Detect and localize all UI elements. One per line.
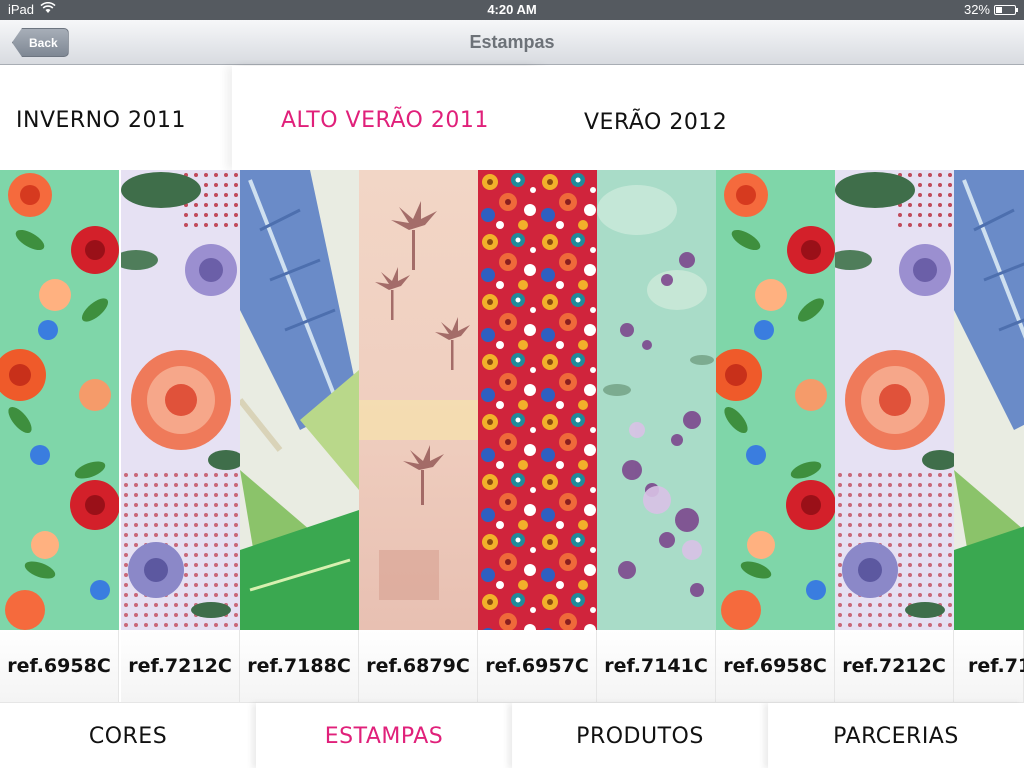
collection-label: VERÃO 2012 bbox=[584, 110, 728, 135]
pattern-swatch[interactable] bbox=[597, 170, 716, 630]
pattern-swatch[interactable] bbox=[121, 170, 240, 630]
status-bar: iPad 4:20 AM 32% bbox=[0, 0, 1024, 20]
pattern-strip[interactable] bbox=[0, 170, 1024, 630]
page-title: Estampas bbox=[469, 32, 555, 52]
collection-tab-inverno-2011[interactable]: INVERNO 2011 bbox=[0, 66, 232, 170]
pattern-swatch[interactable] bbox=[240, 170, 359, 630]
reference-label[interactable]: ref.6958C bbox=[716, 630, 835, 702]
tab-cores[interactable]: CORES bbox=[0, 703, 256, 768]
tab-produtos[interactable]: PRODUTOS bbox=[512, 703, 768, 768]
tab-estampas[interactable]: ESTAMPAS bbox=[256, 703, 512, 768]
collection-tab-alto-verao-2011[interactable]: ALTO VERÃO 2011 bbox=[232, 66, 538, 170]
reference-label[interactable]: ref.7212C bbox=[835, 630, 954, 702]
reference-label[interactable]: ref.6957C bbox=[478, 630, 597, 702]
collection-tab-verao-2012[interactable]: VERÃO 2012 bbox=[538, 66, 1024, 170]
bottom-tab-bar: CORES ESTAMPAS PRODUTOS PARCERIAS bbox=[0, 702, 1024, 768]
status-time: 4:20 AM bbox=[487, 2, 537, 17]
tab-parcerias[interactable]: PARCERIAS bbox=[768, 703, 1024, 768]
pattern-swatch[interactable] bbox=[478, 170, 597, 630]
reference-label[interactable]: ref.6958C bbox=[0, 630, 119, 702]
status-right: 32% bbox=[963, 2, 1018, 17]
reference-row: ref.6958C ref.7212C ref.7188C ref.6879C … bbox=[0, 630, 1024, 702]
reference-label[interactable]: ref.71 bbox=[954, 630, 1024, 702]
pattern-swatch[interactable] bbox=[954, 170, 1024, 630]
pattern-swatch[interactable] bbox=[0, 170, 119, 630]
battery-icon bbox=[994, 4, 1018, 15]
navigation-bar: Back Estampas bbox=[0, 20, 1024, 65]
pattern-swatch[interactable] bbox=[359, 170, 478, 630]
reference-label[interactable]: ref.7141C bbox=[597, 630, 716, 702]
collection-label: INVERNO 2011 bbox=[16, 108, 186, 133]
reference-label[interactable]: ref.6879C bbox=[359, 630, 478, 702]
battery-percent: 32% bbox=[963, 2, 990, 17]
collection-selector: INVERNO 2011 ALTO VERÃO 2011 VERÃO 2012 bbox=[0, 66, 1024, 170]
pattern-swatch[interactable] bbox=[716, 170, 835, 630]
reference-label[interactable]: ref.7188C bbox=[240, 630, 359, 702]
pattern-swatch[interactable] bbox=[835, 170, 954, 630]
collection-label-active: ALTO VERÃO 2011 bbox=[281, 108, 489, 133]
reference-label[interactable]: ref.7212C bbox=[121, 630, 240, 702]
